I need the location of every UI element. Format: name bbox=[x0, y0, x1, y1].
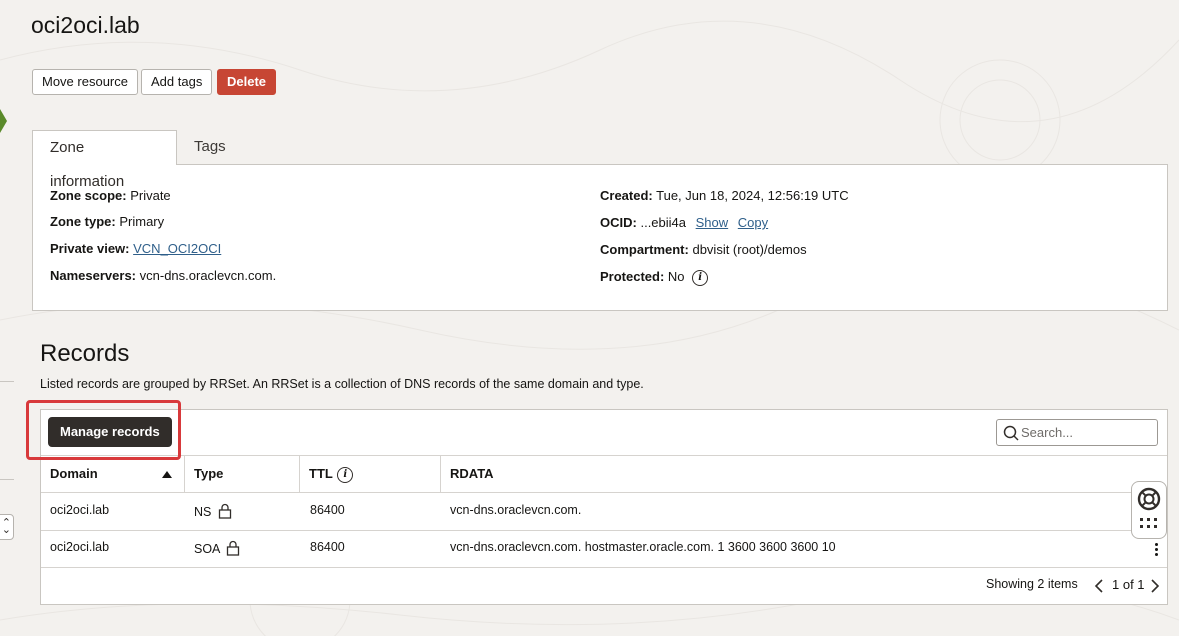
records-heading: Records bbox=[40, 340, 130, 367]
row-1-type: NS bbox=[194, 503, 232, 519]
ocid-label: OCID: bbox=[600, 215, 637, 230]
tab-zone-information[interactable]: Zone information bbox=[32, 130, 177, 190]
row-2-type: SOA bbox=[194, 540, 240, 556]
compartment-field: Compartment: dbvisit (root)/demos bbox=[600, 242, 807, 257]
row-1-ttl: 86400 bbox=[310, 503, 345, 517]
side-select-stepper[interactable]: ⌃ ⌄ bbox=[0, 514, 14, 540]
column-header-domain[interactable]: Domain bbox=[41, 456, 184, 493]
zone-info-panel bbox=[32, 164, 1168, 311]
page-indicator: 1 of 1 bbox=[1112, 577, 1145, 592]
protected-label: Protected: bbox=[600, 269, 665, 284]
lifebuoy-icon[interactable] bbox=[1137, 487, 1161, 511]
zone-scope-value: Private bbox=[130, 188, 171, 203]
private-view-label: Private view: bbox=[50, 241, 130, 256]
column-header-ttl: TTL i bbox=[300, 456, 440, 493]
row-2-type-label: SOA bbox=[194, 542, 220, 556]
protected-field: Protected: No i bbox=[600, 269, 709, 286]
side-divider bbox=[0, 381, 14, 382]
created-field: Created: Tue, Jun 18, 2024, 12:56:19 UTC bbox=[600, 188, 849, 203]
private-view-link[interactable]: VCN_OCI2OCI bbox=[133, 241, 221, 256]
nameservers-value: vcn-dns.oraclevcn.com. bbox=[139, 268, 277, 283]
collapsed-nav-arrow[interactable] bbox=[0, 109, 7, 133]
row-divider bbox=[41, 567, 1167, 568]
search-input[interactable] bbox=[1021, 424, 1153, 441]
zone-type-value: Primary bbox=[119, 214, 165, 229]
compartment-value: dbvisit (root)/demos bbox=[692, 242, 807, 257]
row-2-ttl: 86400 bbox=[310, 540, 345, 554]
grid-menu-icon[interactable] bbox=[1140, 518, 1158, 530]
column-header-rdata: RDATA bbox=[450, 466, 494, 481]
table-header-bottom-border bbox=[41, 492, 1167, 493]
search-field[interactable] bbox=[996, 419, 1158, 446]
help-widget[interactable] bbox=[1131, 481, 1167, 539]
row-2-domain: oci2oci.lab bbox=[50, 540, 110, 554]
created-value: Tue, Jun 18, 2024, 12:56:19 UTC bbox=[656, 188, 849, 203]
row-1-domain: oci2oci.lab bbox=[50, 503, 110, 517]
row-divider bbox=[41, 530, 1167, 531]
row-1-type-label: NS bbox=[194, 505, 212, 519]
protected-value: No bbox=[667, 269, 685, 284]
row-2-rdata: vcn-dns.oraclevcn.com. hostmaster.oracle… bbox=[450, 540, 836, 554]
search-icon bbox=[1003, 425, 1019, 441]
sort-ascending-icon bbox=[162, 471, 172, 478]
zone-type-label: Zone type: bbox=[50, 214, 116, 229]
ttl-info-icon[interactable]: i bbox=[337, 466, 354, 483]
ocid-field: OCID: ...ebii4a Show Copy bbox=[600, 215, 768, 230]
ocid-copy-link[interactable]: Copy bbox=[738, 215, 768, 230]
showing-items-text: Showing 2 items bbox=[986, 577, 1078, 591]
lock-icon bbox=[227, 540, 240, 556]
created-label: Created: bbox=[600, 188, 653, 203]
page-title: oci2oci.lab bbox=[31, 12, 140, 38]
nameservers-label: Nameservers: bbox=[50, 268, 137, 283]
row-2-actions-kebab-icon[interactable] bbox=[1155, 543, 1159, 558]
column-domain-label: Domain bbox=[50, 466, 98, 481]
move-resource-button[interactable]: Move resource bbox=[32, 69, 138, 95]
previous-page-icon[interactable] bbox=[1094, 578, 1104, 594]
add-tags-button[interactable]: Add tags bbox=[141, 69, 213, 95]
tab-tags[interactable]: Tags bbox=[177, 130, 243, 165]
delete-button[interactable]: Delete bbox=[217, 69, 277, 95]
next-page-icon[interactable] bbox=[1150, 578, 1160, 594]
zone-type-field: Zone type: Primary bbox=[50, 214, 164, 229]
ocid-show-link[interactable]: Show bbox=[696, 215, 729, 230]
column-ttl-label: TTL bbox=[309, 466, 333, 481]
column-header-type: Type bbox=[194, 466, 224, 481]
info-icon[interactable]: i bbox=[692, 269, 709, 286]
side-divider bbox=[0, 479, 14, 480]
lock-icon bbox=[218, 503, 232, 519]
row-1-rdata: vcn-dns.oraclevcn.com. bbox=[450, 503, 582, 517]
compartment-label: Compartment: bbox=[600, 242, 689, 257]
ocid-value: ...ebii4a bbox=[640, 215, 687, 230]
highlight-annotation bbox=[26, 400, 181, 460]
records-description: Listed records are grouped by RRSet. An … bbox=[40, 377, 644, 391]
private-view-field: Private view: VCN_OCI2OCI bbox=[50, 241, 221, 256]
nameservers-field: Nameservers: vcn-dns.oraclevcn.com. bbox=[50, 268, 276, 283]
